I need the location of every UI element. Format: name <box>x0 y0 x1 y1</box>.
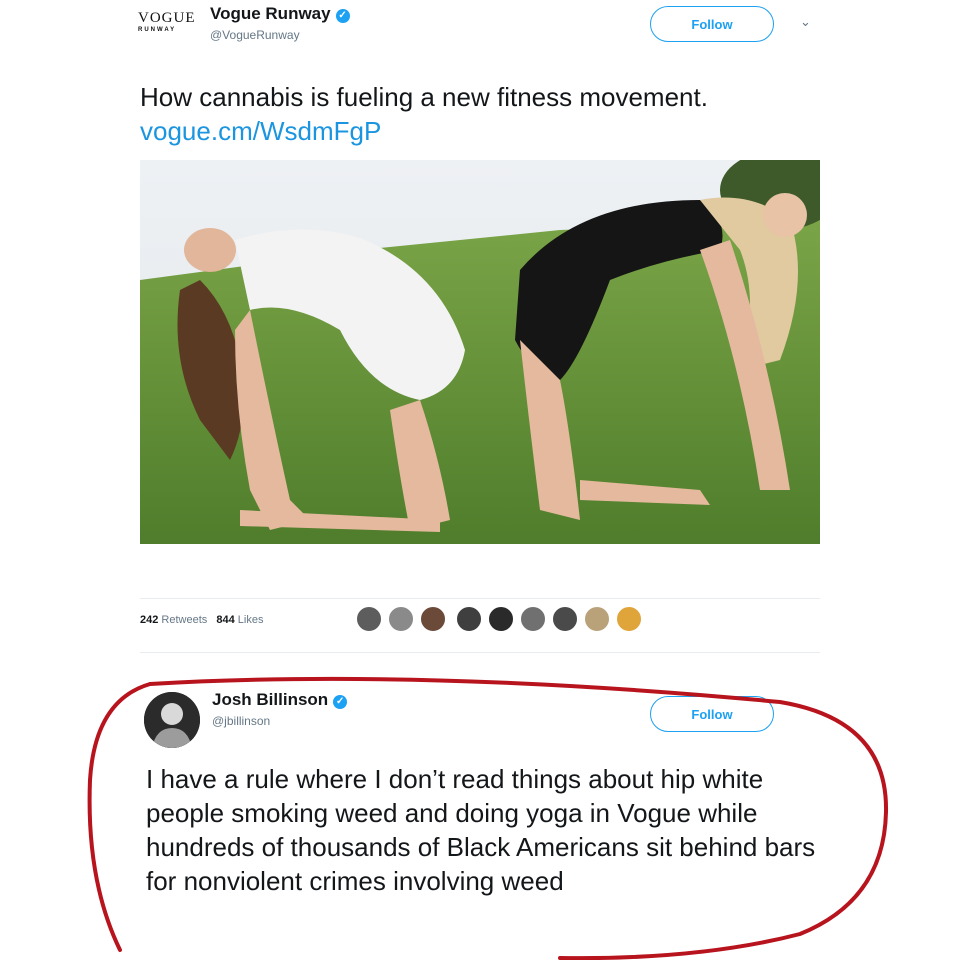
tweet1-photo[interactable] <box>140 160 820 544</box>
tweet2-display-name[interactable]: Josh Billinson ✓ <box>212 690 348 710</box>
verified-check-icon: ✓ <box>335 9 350 23</box>
vogue-runway-logo: VOGUE RUNWAY <box>138 10 204 44</box>
liker-avatar[interactable] <box>456 606 482 632</box>
divider <box>140 652 820 653</box>
likes-label[interactable]: Likes <box>238 614 264 626</box>
liker-avatar[interactable] <box>420 606 446 632</box>
likes-count: 844 <box>216 614 235 626</box>
liker-avatar[interactable] <box>616 606 642 632</box>
liker-avatar[interactable] <box>552 606 578 632</box>
avatar-illustration <box>144 692 200 748</box>
verified-check-icon: ✓ <box>333 695 348 709</box>
chevron-down-icon[interactable]: ⌄ <box>800 14 811 30</box>
tweet2-handle[interactable]: @jbillinson <box>212 714 270 728</box>
liker-avatar[interactable] <box>584 606 610 632</box>
tweet2-name-text: Josh Billinson <box>212 690 329 709</box>
logo-wordmark: VOGUE <box>138 10 196 26</box>
liker-avatar[interactable] <box>388 606 414 632</box>
divider <box>140 598 820 599</box>
tweet2-avatar[interactable] <box>144 692 200 748</box>
tweet2-text: I have a rule where I don’t read things … <box>146 764 816 896</box>
tweet1-name-text: Vogue Runway <box>210 4 331 23</box>
tweet1-stats: 242 Retweets 844 Likes <box>140 614 269 626</box>
tweet1-follow-button[interactable]: Follow <box>650 6 774 42</box>
tweet1-text: How cannabis is fueling a new fitness mo… <box>140 80 800 148</box>
tweet1-link[interactable]: vogue.cm/WsdmFgP <box>140 116 381 146</box>
yoga-photo-illustration <box>140 160 820 544</box>
tweet1-display-name[interactable]: Vogue Runway ✓ <box>210 4 350 24</box>
retweets-count: 242 <box>140 614 159 626</box>
retweets-label[interactable]: Retweets <box>161 614 207 626</box>
liker-avatar[interactable] <box>520 606 546 632</box>
liker-avatar[interactable] <box>488 606 514 632</box>
tweet2-follow-button[interactable]: Follow <box>650 696 774 732</box>
liker-avatar[interactable] <box>356 606 382 632</box>
tweet1-text-body: How cannabis is fueling a new fitness mo… <box>140 82 708 112</box>
logo-subtitle: RUNWAY <box>138 27 177 33</box>
tweet1-handle[interactable]: @VogueRunway <box>210 28 300 42</box>
